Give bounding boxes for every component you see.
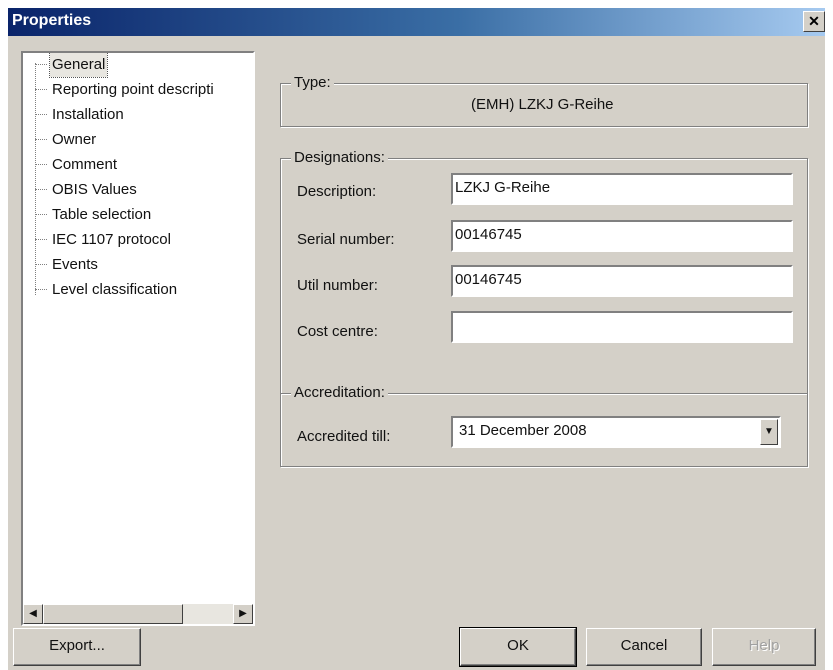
cost-centre-input[interactable] xyxy=(451,311,793,343)
tree-item-label: Level classification xyxy=(52,281,178,298)
tree-item-label: General xyxy=(48,53,109,78)
scroll-right-button[interactable]: ▶ xyxy=(233,604,253,624)
accreditation-group-title: Accreditation: xyxy=(291,384,388,402)
dialog-client-area: General Reporting point descripti Instal… xyxy=(8,36,825,670)
tree-item-events[interactable]: Events xyxy=(35,253,100,277)
tree-item-label: OBIS Values xyxy=(52,181,137,198)
tree-item-label: IEC 1107 protocol xyxy=(52,231,171,248)
scroll-left-button[interactable]: ◀ xyxy=(23,604,43,624)
tree-item-comment[interactable]: Comment xyxy=(35,153,119,177)
serial-number-label: Serial number: xyxy=(297,231,395,248)
tree-item-installation[interactable]: Installation xyxy=(35,103,126,127)
title-bar[interactable]: Properties ✕ xyxy=(8,8,825,36)
close-button[interactable]: ✕ xyxy=(803,11,825,32)
navigation-tree[interactable]: General Reporting point descripti Instal… xyxy=(21,51,255,626)
tree-item-label: Comment xyxy=(52,156,118,173)
serial-number-input[interactable]: 00146745 xyxy=(451,220,793,252)
scroll-thumb[interactable] xyxy=(43,604,183,624)
tree-item-iec-1107-protocol[interactable]: IEC 1107 protocol xyxy=(35,228,173,252)
help-button[interactable]: Help xyxy=(712,628,816,666)
accredited-till-value: 31 December 2008 xyxy=(459,422,587,439)
tree-item-reporting-point[interactable]: Reporting point descripti xyxy=(35,78,216,102)
ok-button[interactable]: OK xyxy=(459,627,577,667)
scroll-left-icon: ◀ xyxy=(29,608,37,619)
util-number-input[interactable]: 00146745 xyxy=(451,265,793,297)
type-group-title: Type: xyxy=(291,74,334,92)
window-title: Properties xyxy=(12,12,92,29)
accredited-till-label: Accredited till: xyxy=(297,428,391,445)
tree-item-level-classification[interactable]: Level classification xyxy=(35,278,179,302)
tree-horizontal-scrollbar[interactable]: ◀ ▶ xyxy=(23,604,253,624)
tree-item-label: Installation xyxy=(52,106,124,123)
accreditation-group: Accreditation: Accredited till: 31 Decem… xyxy=(280,384,808,467)
tree-item-obis-values[interactable]: OBIS Values xyxy=(35,178,139,202)
tree-item-label: Events xyxy=(52,256,98,273)
type-value: (EMH) LZKJ G-Reihe xyxy=(471,96,614,113)
dropdown-button[interactable]: ▼ xyxy=(760,419,778,445)
tree-item-label: Owner xyxy=(52,131,97,148)
properties-dialog: Properties ✕ General Reporting point des… xyxy=(0,0,833,670)
designations-group-title: Designations: xyxy=(291,149,388,167)
tree-item-owner[interactable]: Owner xyxy=(35,128,98,152)
scroll-right-icon: ▶ xyxy=(239,608,247,619)
cancel-button[interactable]: Cancel xyxy=(586,628,702,666)
tree-items-container: General Reporting point descripti Instal… xyxy=(23,53,253,604)
chevron-down-icon: ▼ xyxy=(764,426,774,437)
close-icon: ✕ xyxy=(808,13,820,29)
util-number-label: Util number: xyxy=(297,277,378,294)
cost-centre-label: Cost centre: xyxy=(297,323,378,340)
description-label: Description: xyxy=(297,183,377,200)
tree-item-general[interactable]: General xyxy=(35,53,109,78)
tree-item-table-selection[interactable]: Table selection xyxy=(35,203,153,227)
designations-group: Designations: Description: LZKJ G-Reihe … xyxy=(280,149,808,394)
tree-item-label: Table selection xyxy=(52,206,152,223)
tree-item-label: Reporting point descripti xyxy=(52,81,214,98)
type-group: Type: (EMH) LZKJ G-Reihe xyxy=(280,74,808,127)
description-input[interactable]: LZKJ G-Reihe xyxy=(451,173,793,205)
export-button[interactable]: Export... xyxy=(13,628,141,666)
accredited-till-select[interactable]: 31 December 2008 ▼ xyxy=(451,416,781,448)
